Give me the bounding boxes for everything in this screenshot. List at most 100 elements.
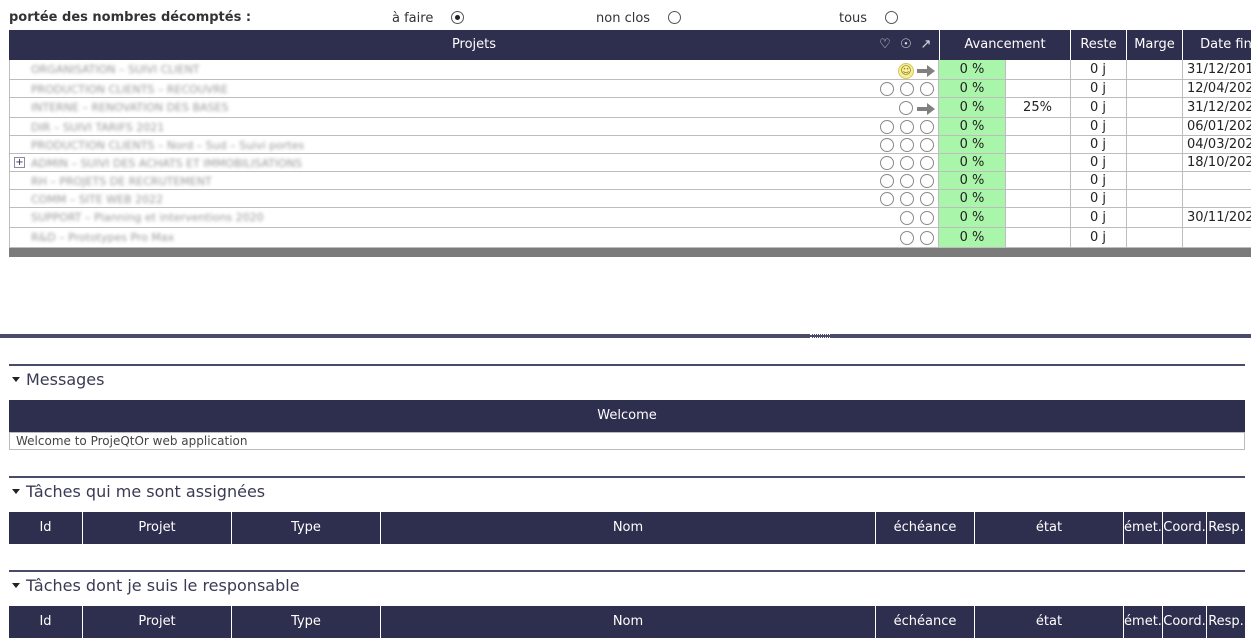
end-date: 04/03/202: [1187, 137, 1251, 152]
splitter-grip-icon[interactable]: [810, 334, 830, 338]
planned-progress: 25%: [1023, 100, 1052, 115]
messages-title: Messages: [26, 370, 105, 389]
responsible-tasks-title: Tâches dont je suis le responsable: [26, 576, 300, 595]
col-margin[interactable]: Marge: [1126, 30, 1182, 60]
col-project[interactable]: Projet: [83, 512, 232, 544]
project-row[interactable]: DIR – SUIVI TARIFS 2021 0 % 0 j 06/01/202: [9, 118, 1251, 136]
col-id[interactable]: Id: [9, 606, 83, 638]
quality-icon: ☉: [900, 37, 912, 52]
col-status[interactable]: état: [975, 606, 1124, 638]
status-circle-icon: [880, 120, 894, 134]
status-circle-icon: [900, 192, 914, 206]
projects-table: Projets ♡ ☉ ↗ Avancement Reste Marge Dat…: [9, 30, 1251, 257]
collapse-caret-icon: [12, 377, 20, 382]
end-date: [1187, 190, 1251, 207]
col-due[interactable]: échéance: [876, 606, 975, 638]
status-circle-icon: [880, 156, 894, 170]
progress-value: 0 %: [939, 228, 1005, 247]
project-name[interactable]: ADMIN – SUIVI DES ACHATS ET IMMOBILISATI…: [31, 157, 361, 169]
col-issuer[interactable]: émet.: [1124, 606, 1163, 638]
expand-icon[interactable]: +: [14, 157, 25, 168]
health-icon: ♡: [879, 37, 891, 52]
option-not-closed-radio[interactable]: [668, 11, 681, 24]
col-type[interactable]: Type: [232, 512, 381, 544]
project-name[interactable]: INTERNE – RENOVATION DES BASES: [31, 101, 361, 113]
row-border: [9, 98, 10, 117]
row-border: [1126, 190, 1127, 207]
assigned-tasks-section-toggle[interactable]: Tâches qui me sont assignées: [12, 482, 265, 501]
project-row[interactable]: COMM – SITE WEB 2022 0 % 0 j: [9, 190, 1251, 208]
row-border: [1182, 228, 1183, 247]
row-border: [1182, 60, 1183, 79]
project-name[interactable]: SUPPORT – Planning et interventions 2020: [31, 211, 361, 223]
pane-splitter[interactable]: [0, 334, 1251, 338]
col-project[interactable]: Projet: [83, 606, 232, 638]
col-coord[interactable]: Coord.: [1163, 606, 1207, 638]
status-circle-icon: [900, 156, 914, 170]
status-circle-icon: [900, 231, 914, 245]
project-name[interactable]: PRODUCTION CLIENTS – RECOUVRE: [31, 83, 361, 95]
messages-section-toggle[interactable]: Messages: [12, 370, 104, 389]
row-border: [1126, 154, 1127, 171]
col-due[interactable]: échéance: [876, 512, 975, 544]
project-row[interactable]: ORGANISATION – SUIVI CLIENT ☺ 0 % 0 j 31/12/…: [9, 60, 1251, 80]
status-circle-icon: [880, 192, 894, 206]
col-resp[interactable]: Resp.: [1207, 512, 1245, 544]
count-scope-selector: portée des nombres décomptés : à faire n…: [9, 9, 1249, 27]
col-coord[interactable]: Coord.: [1163, 512, 1207, 544]
projects-table-header: Projets ♡ ☉ ↗ Avancement Reste Marge Dat…: [9, 30, 1251, 60]
assigned-tasks-header: Id Projet Type Nom échéance état émet. Coord. Re…: [9, 512, 1245, 544]
end-date: [1187, 228, 1251, 247]
project-row[interactable]: R&D – Prototypes Pro Max 0 % 0 j: [9, 228, 1251, 248]
project-name[interactable]: R&D – Prototypes Pro Max: [31, 231, 361, 243]
planned-progress: [1005, 118, 1070, 135]
row-border: [9, 118, 10, 135]
option-not-closed-label: non clos: [596, 11, 651, 26]
col-projects[interactable]: Projets: [9, 30, 939, 60]
col-remaining[interactable]: Reste: [1070, 30, 1126, 60]
col-progress[interactable]: Avancement: [939, 30, 1070, 60]
status-circle-icon: [900, 138, 914, 152]
status-circle-icon: [920, 231, 934, 245]
col-status[interactable]: état: [975, 512, 1124, 544]
progress-value: 0 %: [939, 98, 1005, 117]
col-issuer[interactable]: émet.: [1124, 512, 1163, 544]
col-type[interactable]: Type: [232, 606, 381, 638]
project-row[interactable]: PRODUCTION CLIENTS – RECOUVRE 0 % 0 j 12/04…: [9, 80, 1251, 98]
col-id[interactable]: Id: [9, 512, 83, 544]
status-circle-icon: [920, 138, 934, 152]
col-resp[interactable]: Resp.: [1207, 606, 1245, 638]
progress-value: 0 %: [939, 154, 1005, 171]
project-name[interactable]: COMM – SITE WEB 2022: [31, 193, 361, 205]
project-name[interactable]: ORGANISATION – SUIVI CLIENT: [31, 63, 361, 75]
row-border: [1182, 80, 1183, 97]
section-divider: [9, 364, 1245, 366]
row-border: [1182, 172, 1183, 189]
progress-value: 0 %: [939, 136, 1005, 153]
project-row[interactable]: INTERNE – RENOVATION DES BASES 0 % 25% 0 j 3…: [9, 98, 1251, 118]
trend-icon: ↗: [920, 37, 932, 52]
row-border: [1182, 208, 1183, 227]
project-row[interactable]: PRODUCTION CLIENTS – Nord – Sud – Suivi …: [9, 136, 1251, 154]
status-circle-icon: [920, 192, 934, 206]
project-name[interactable]: DIR – SUIVI TARIFS 2021: [31, 121, 361, 133]
planned-progress: [1005, 136, 1070, 153]
col-name[interactable]: Nom: [381, 606, 876, 638]
project-row[interactable]: SUPPORT – Planning et interventions 2020…: [9, 208, 1251, 228]
progress-value: 0 %: [939, 60, 1005, 79]
remaining-work: 0 j: [1089, 155, 1106, 170]
option-to-do-radio[interactable]: [451, 11, 464, 24]
col-end-date[interactable]: Date fin: [1182, 30, 1251, 60]
horizontal-scrollbar[interactable]: [9, 248, 1251, 257]
project-row[interactable]: RH – PROJETS DE RECRUTEMENT 0 % 0 j: [9, 172, 1251, 190]
responsible-tasks-section-toggle[interactable]: Tâches dont je suis le responsable: [12, 576, 300, 595]
row-border: [1126, 228, 1127, 247]
row-border: [1182, 154, 1183, 171]
option-all-radio[interactable]: [885, 11, 898, 24]
project-name[interactable]: RH – PROJETS DE RECRUTEMENT: [31, 175, 361, 187]
row-border: [9, 228, 10, 247]
col-name[interactable]: Nom: [381, 512, 876, 544]
project-name[interactable]: PRODUCTION CLIENTS – Nord – Sud – Suivi …: [31, 139, 361, 151]
project-row[interactable]: + ADMIN – SUIVI DES ACHATS ET IMMOBILISAT…: [9, 154, 1251, 172]
row-border: [1182, 98, 1183, 117]
